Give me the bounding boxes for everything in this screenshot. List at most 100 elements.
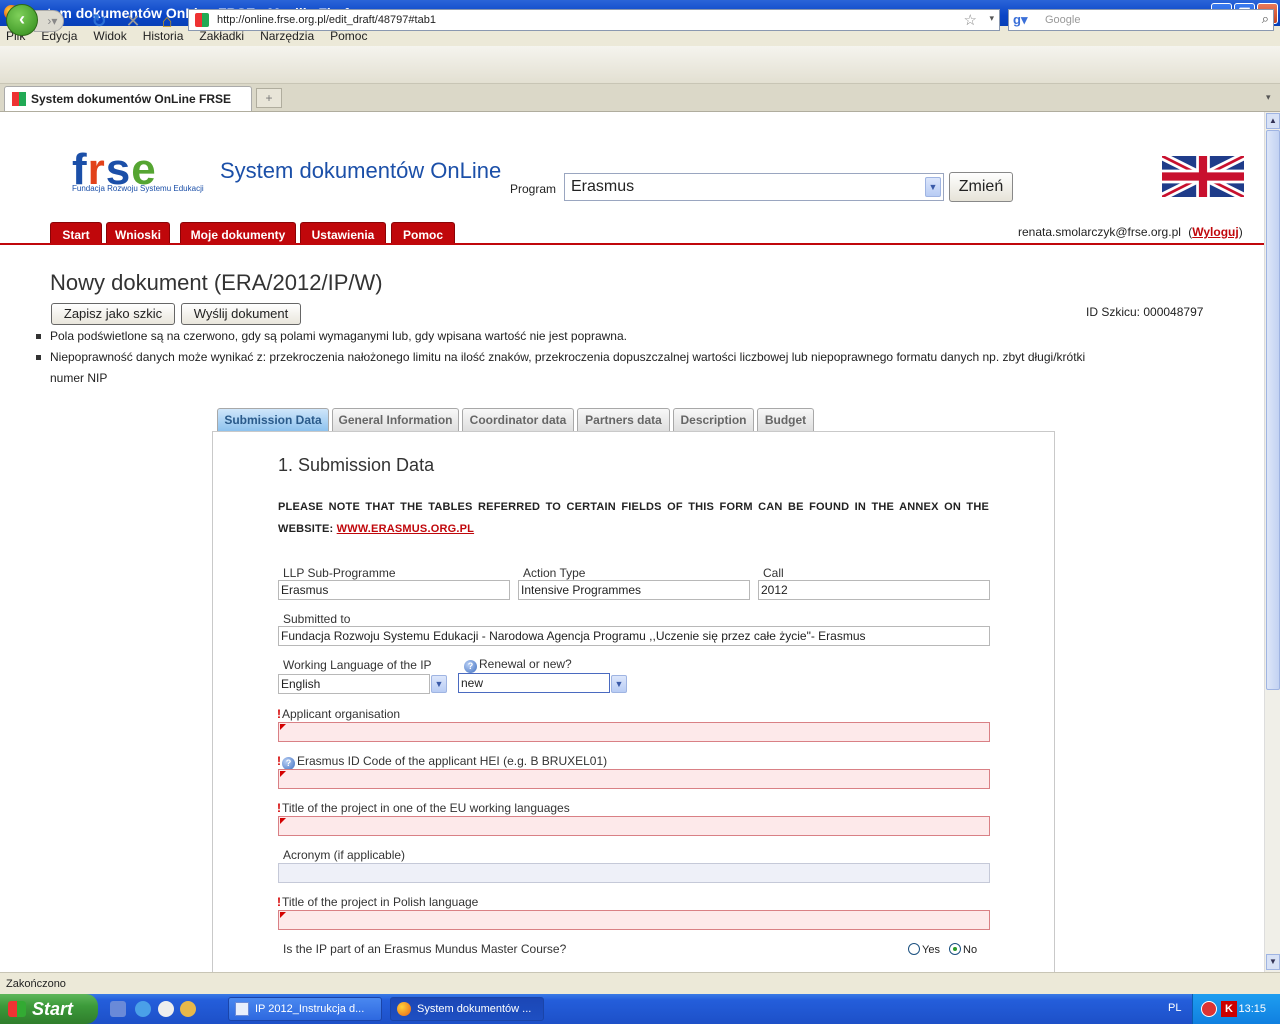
new-tab-button[interactable]: + — [256, 88, 282, 108]
home-icon[interactable]: ⌂ — [156, 10, 178, 32]
tab-pomoc[interactable]: Pomoc — [391, 222, 455, 244]
media-player-icon[interactable] — [158, 1001, 174, 1017]
call-field[interactable]: 2012 — [758, 580, 990, 600]
annex-note: PLEASE NOTE THAT THE TABLES REFERRED TO … — [278, 496, 989, 540]
form-tab-partners-data[interactable]: Partners data — [577, 408, 670, 431]
user-info: renata.smolarczyk@frse.org.pl (Wyloguj) — [1018, 225, 1243, 239]
uk-flag-icon[interactable] — [1162, 156, 1244, 197]
taskbar-item-firefox[interactable]: System dokumentów ... — [390, 997, 544, 1021]
paren-close: ) — [1238, 225, 1243, 239]
site-favicon — [195, 13, 209, 27]
status-bar: Zakończono — [0, 972, 1280, 994]
reload-icon[interactable]: ↻ — [88, 10, 110, 32]
google-icon[interactable]: g▾ — [1013, 12, 1027, 28]
program-value: Erasmus — [571, 178, 635, 195]
erasmus-id-label: Erasmus ID Code of the applicant HEI (e.… — [297, 754, 608, 768]
renewal-select[interactable]: new — [458, 673, 610, 693]
title-pl-label: Title of the project in Polish language — [282, 895, 479, 909]
browser-tab-active[interactable]: System dokumentów OnLine FRSE — [4, 86, 252, 111]
star-icon[interactable]: ☆ — [964, 11, 977, 29]
title-eu-field[interactable] — [278, 816, 990, 836]
logo-subtitle: Fundacja Rozwoju Systemu Edukacji — [72, 184, 204, 193]
erasmus-website-link[interactable]: WWW.ERASMUS.ORG.PL — [337, 523, 474, 535]
call-label: Call — [763, 566, 784, 580]
form-tab-general-information[interactable]: General Information — [332, 408, 459, 431]
messenger-icon[interactable] — [180, 1001, 196, 1017]
kaspersky-icon[interactable]: K — [1221, 1001, 1237, 1017]
chevron-down-icon[interactable]: ▼ — [611, 675, 627, 693]
required-marker: ! — [277, 895, 281, 909]
menu-pomoc[interactable]: Pomoc — [330, 29, 367, 43]
bullet-icon — [36, 355, 41, 361]
tab-ustawienia[interactable]: Ustawienia — [300, 222, 386, 244]
site-favicon — [12, 92, 26, 106]
title-pl-label-row: !Title of the project in Polish language — [277, 895, 478, 909]
mundus-yes-radio[interactable] — [908, 943, 920, 955]
page-title: Nowy dokument (ERA/2012/IP/W) — [50, 270, 383, 295]
tab-wnioski[interactable]: Wnioski — [106, 222, 170, 244]
applicant-organisation-field[interactable] — [278, 722, 990, 742]
tab-start[interactable]: Start — [50, 222, 102, 244]
note-text: Pola podświetlone są na czerwono, gdy są… — [50, 329, 627, 343]
note-text: Niepoprawność danych może wynikać z: prz… — [50, 350, 1086, 364]
scroll-down-arrow[interactable]: ▼ — [1266, 954, 1280, 970]
form-tab-budget[interactable]: Budget — [757, 408, 814, 431]
internet-explorer-icon[interactable] — [135, 1001, 151, 1017]
clock[interactable]: 13:15 — [1238, 1003, 1266, 1015]
submitted-to-field[interactable]: Fundacja Rozwoju Systemu Edukacji - Naro… — [278, 626, 990, 646]
scroll-up-arrow[interactable]: ▲ — [1266, 113, 1280, 129]
desktop-icon[interactable] — [110, 1001, 126, 1017]
working-language-select[interactable]: English — [278, 674, 430, 694]
note-item: Pola podświetlone są na czerwono, gdy są… — [36, 326, 1196, 347]
mundus-no-radio[interactable] — [949, 943, 962, 955]
page-scrollbar[interactable]: ▲ ▼ — [1264, 112, 1280, 972]
working-language-label: Working Language of the IP — [283, 658, 432, 672]
url-bar[interactable]: http://online.frse.org.pl/edit_draft/487… — [188, 9, 1000, 31]
send-document-button[interactable]: Wyślij dokument — [181, 303, 301, 325]
taskbar-item-word[interactable]: IP 2012_Instrukcja d... — [228, 997, 382, 1021]
llp-label: LLP Sub-Programme — [283, 566, 396, 580]
form-tab-submission-data[interactable]: Submission Data — [217, 408, 329, 431]
user-email: renata.smolarczyk@frse.org.pl — [1018, 225, 1181, 239]
submitted-to-label: Submitted to — [283, 612, 351, 626]
menu-narzedzia[interactable]: Narzędzia — [260, 29, 314, 43]
forward-button[interactable]: ›▾ — [34, 10, 64, 32]
title-pl-field[interactable] — [278, 910, 990, 930]
windows-logo-icon — [8, 1001, 26, 1017]
menu-zakladki[interactable]: Zakładki — [199, 29, 244, 43]
action-type-field[interactable]: Intensive Programmes — [518, 580, 750, 600]
acronym-field[interactable] — [278, 863, 990, 883]
search-bar[interactable]: g▾ Google ⌕ — [1008, 9, 1274, 31]
tray-arrow-icon[interactable] — [1201, 1001, 1217, 1017]
logout-link[interactable]: Wyloguj — [1192, 225, 1238, 239]
program-label: Program — [510, 182, 557, 196]
acronym-label: Acronym (if applicable) — [283, 848, 406, 862]
chevron-down-icon[interactable]: ▾ — [989, 13, 994, 24]
program-select[interactable]: Erasmus ▼ — [564, 173, 944, 201]
stop-icon[interactable]: ✕ — [122, 10, 144, 32]
language-indicator[interactable]: PL — [1168, 1002, 1181, 1014]
tab-list-chevron-icon[interactable]: ▾ — [1266, 92, 1271, 103]
no-label: No — [963, 944, 978, 956]
form-tab-description[interactable]: Description — [673, 408, 754, 431]
form-tab-coordinator-data[interactable]: Coordinator data — [462, 408, 574, 431]
tab-moje-dokumenty[interactable]: Moje dokumenty — [180, 222, 296, 244]
taskbar-item-label: IP 2012_Instrukcja d... — [255, 1003, 365, 1015]
title-eu-label-row: !Title of the project in one of the EU w… — [277, 801, 570, 815]
chevron-down-icon[interactable]: ▼ — [431, 675, 447, 693]
url-text: http://online.frse.org.pl/edit_draft/487… — [217, 14, 436, 26]
mundus-label: Is the IP part of an Erasmus Mundus Mast… — [283, 942, 567, 956]
save-draft-button[interactable]: Zapisz jako szkic — [51, 303, 175, 325]
required-marker: ! — [277, 754, 281, 768]
scrollbar-thumb[interactable] — [1266, 130, 1280, 690]
applicant-label: Applicant organisation — [282, 707, 401, 721]
llp-field[interactable]: Erasmus — [278, 580, 510, 600]
erasmus-id-field[interactable] — [278, 769, 990, 789]
change-program-button[interactable]: Zmień — [949, 172, 1013, 202]
renewal-label: Renewal or new? — [479, 657, 572, 671]
start-button[interactable]: Start — [0, 994, 98, 1024]
magnifier-icon[interactable]: ⌕ — [1262, 11, 1269, 27]
chevron-down-icon[interactable]: ▼ — [925, 177, 941, 197]
help-icon[interactable]: ? — [464, 660, 477, 673]
back-button[interactable]: ‹ — [6, 4, 38, 36]
